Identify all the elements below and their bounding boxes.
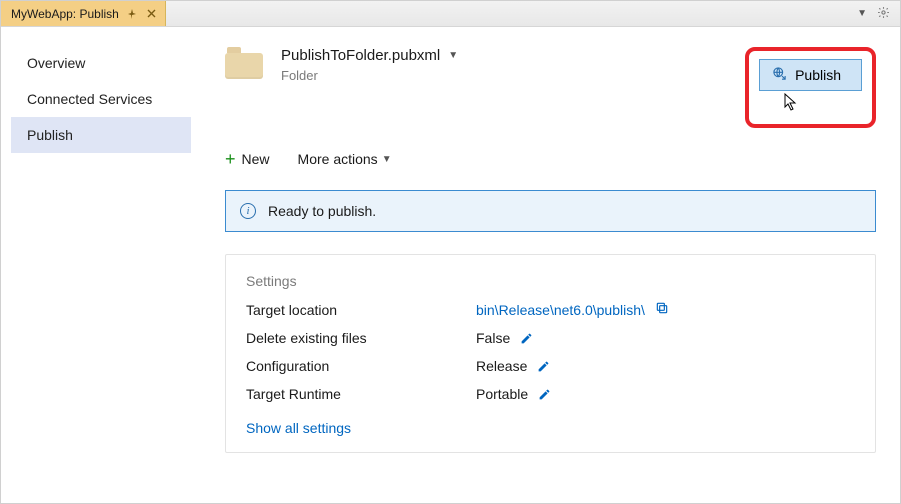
sidebar-item-overview[interactable]: Overview — [11, 45, 191, 81]
info-icon: i — [240, 203, 256, 219]
document-tab[interactable]: MyWebApp: Publish — [1, 1, 166, 26]
pin-icon[interactable] — [127, 8, 138, 19]
more-actions-label: More actions — [298, 151, 378, 167]
globe-publish-icon — [772, 66, 787, 84]
tutorial-highlight: Publish — [745, 47, 876, 128]
settings-card: Settings Target location bin\Release\net… — [225, 254, 876, 453]
close-icon[interactable] — [146, 8, 157, 19]
sidebar: Overview Connected Services Publish — [1, 27, 201, 503]
cursor-pointer-icon — [783, 93, 886, 114]
sidebar-item-label: Publish — [27, 127, 73, 143]
publish-profile-name: PublishToFolder.pubxml — [281, 47, 440, 64]
publish-button[interactable]: Publish — [759, 59, 862, 91]
document-tab-title: MyWebApp: Publish — [11, 7, 119, 21]
status-banner: i Ready to publish. — [225, 190, 876, 232]
setting-label: Delete existing files — [246, 330, 476, 346]
edit-icon[interactable] — [538, 388, 551, 401]
show-all-settings-link[interactable]: Show all settings — [246, 420, 855, 436]
setting-label: Target Runtime — [246, 386, 476, 402]
chevron-down-icon: ▼ — [382, 154, 392, 165]
sidebar-item-connected-services[interactable]: Connected Services — [11, 81, 191, 117]
profile-dropdown-caret-icon[interactable]: ▼ — [448, 50, 458, 61]
sidebar-item-publish[interactable]: Publish — [11, 117, 191, 153]
setting-label: Configuration — [246, 358, 476, 374]
target-location-link[interactable]: bin\Release\net6.0\publish\ — [476, 302, 645, 318]
copy-icon[interactable] — [655, 301, 669, 318]
title-bar: MyWebApp: Publish ▼ — [1, 1, 900, 27]
publish-button-label: Publish — [795, 67, 841, 83]
window-menu-caret-icon[interactable]: ▼ — [857, 8, 867, 19]
new-profile-button[interactable]: + New — [225, 150, 270, 168]
plus-icon: + — [225, 150, 236, 168]
edit-icon[interactable] — [537, 360, 550, 373]
edit-icon[interactable] — [520, 332, 533, 345]
setting-value: Portable — [476, 386, 528, 402]
folder-icon — [225, 47, 263, 79]
setting-value: Release — [476, 358, 527, 374]
sidebar-item-label: Connected Services — [27, 91, 152, 107]
status-text: Ready to publish. — [268, 203, 376, 219]
more-actions-dropdown[interactable]: More actions ▼ — [298, 151, 392, 167]
setting-label: Target location — [246, 302, 476, 318]
publish-profile-type: Folder — [281, 68, 458, 83]
sidebar-item-label: Overview — [27, 55, 85, 71]
settings-heading: Settings — [246, 273, 855, 289]
main-content: PublishToFolder.pubxml ▼ Folder Publish — [201, 27, 900, 503]
gear-icon[interactable] — [877, 6, 890, 22]
new-label: New — [242, 151, 270, 167]
setting-value: False — [476, 330, 510, 346]
